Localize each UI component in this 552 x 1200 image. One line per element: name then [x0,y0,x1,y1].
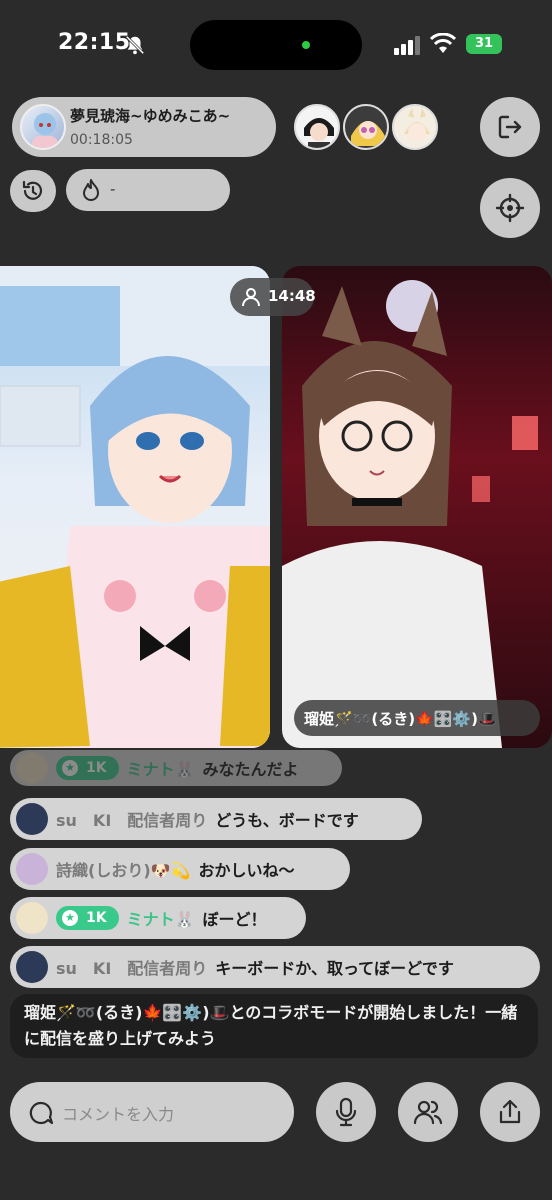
signal-icon [394,36,420,55]
history-button[interactable] [10,170,56,212]
battery-indicator: 31 [466,34,502,54]
heat-value: - [110,180,116,198]
guests-button[interactable] [398,1082,458,1142]
collab-timer: 14:48 [268,287,316,305]
share-button[interactable] [480,1082,540,1142]
chat-username: su KI 配信者周り [56,959,208,978]
star-icon: ★ [62,760,78,776]
share-icon [499,1099,521,1124]
chat-text: どうも、ボードです [215,811,359,830]
chat-message[interactable]: su KI 配信者周り どうも、ボードです [10,798,422,840]
exit-icon [498,115,522,139]
host-avatar[interactable] [20,104,66,150]
chat-username: su KI 配信者周り [56,811,208,830]
fan-badge: ★ 1K [56,906,119,930]
focus-button[interactable] [480,178,540,238]
comment-icon [29,1101,54,1125]
viewer-avatar[interactable] [294,104,340,150]
viewer-icon [242,288,260,307]
chat-username: ミナト🐰 [126,910,195,929]
stream-duration: 00:18:05 [70,132,133,148]
chat-text: ぼーど！ [202,910,267,929]
chat-message[interactable]: ★ 1K ミナト🐰 みなたんだよ [10,750,342,786]
chat-text: キーボードか、取ってぼーどです [215,959,454,978]
mic-icon [335,1097,357,1127]
fan-badge: ★ 1K [56,756,119,780]
viewer-avatar[interactable] [343,104,389,150]
collab-partner-name: 瑠姫🪄➿(るき)🍁🎛️⚙️)🎩 [304,710,497,728]
mic-button[interactable] [316,1082,376,1142]
flame-icon [83,179,99,201]
viewer-avatar[interactable] [392,104,438,150]
bell-slash-icon [125,35,145,55]
chat-avatar [16,951,48,983]
history-icon [22,180,43,200]
camera-indicator [302,41,310,49]
chat-message[interactable]: ★ 1K ミナト🐰 ぼーど！ [10,897,306,939]
host-video[interactable] [0,266,270,748]
exit-button[interactable] [480,97,540,157]
host-name: 夢見琥海~ゆめみこあ~ [70,107,231,125]
chat-message[interactable]: su KI 配信者周り キーボードか、取ってぼーどです [10,946,540,988]
chat-username: ミナト🐰 [126,760,195,779]
comment-placeholder: コメントを入力 [62,1105,175,1124]
status-bar: 22:15 31 [0,0,552,90]
badge-level: 1K [86,760,107,776]
badge-level: 1K [86,910,107,926]
chat-message[interactable]: 詩織(しおり)🐶💫 おかしいね〜 [10,848,350,890]
star-icon: ★ [62,910,78,926]
chat-avatar [16,752,48,784]
chat-text: みなたんだよ [202,760,299,779]
chat-avatar [16,803,48,835]
dynamic-island [190,20,362,70]
guests-icon [413,1100,443,1125]
wifi-icon [430,33,456,53]
chat-avatar [16,902,48,934]
chat-username: 詩織(しおり)🐶💫 [56,861,191,880]
system-message: 瑠姫🪄➿(るき)🍁🎛️⚙️)🎩とのコラボモードが開始しました！一緒に配信を盛り上… [10,994,538,1058]
collab-video[interactable] [282,266,552,748]
status-time: 22:15 [58,30,131,55]
crosshair-icon [495,193,525,223]
chat-text: おかしいね〜 [198,861,295,880]
chat-avatar [16,853,48,885]
